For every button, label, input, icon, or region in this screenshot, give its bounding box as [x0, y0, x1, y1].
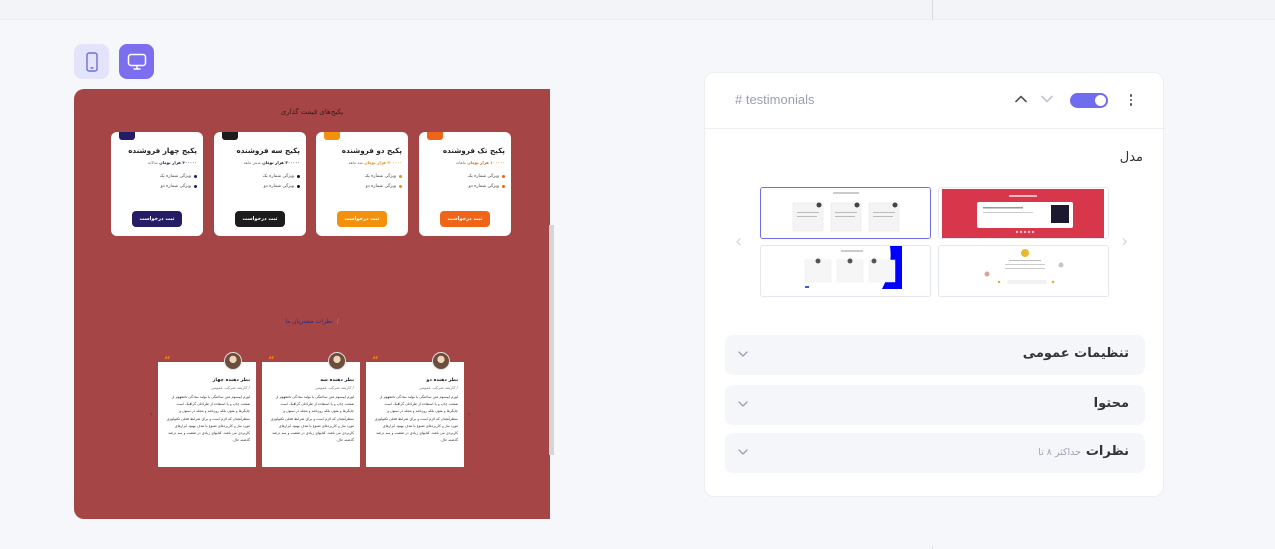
plan-price: ۲۰۰۰۰۰ هزار تومان سه ماهه: [348, 160, 402, 165]
pricing-card: پکیج چهار فروشنده ۴۰۰۰۰۰ هزار تومان سالا…: [111, 132, 203, 236]
testimonial-role: / کارمند شرکت عمومی: [210, 385, 250, 390]
testimonial-role: / کارمند شرکت عمومی: [314, 385, 354, 390]
plan-price: ۴۰۰۰۰۰ هزار تومان سالانه: [147, 160, 197, 165]
pricing-card: پکیج تک فروشنده ۱۰۰۰۰۰ هزار تومان ماهانه…: [419, 132, 511, 236]
testimonial-prev-arrow[interactable]: ‹: [150, 411, 152, 418]
avatar: [432, 352, 450, 370]
section-settings-panel: # testimonials مدل ‹ › تنظیمات عمومی محت…: [704, 72, 1165, 497]
top-bar: [0, 0, 1275, 20]
accordion-label: تنظیمات عمومی: [1022, 346, 1129, 361]
model-thumbnail-1[interactable]: [760, 187, 931, 239]
model-thumbnail-4[interactable]: [938, 245, 1109, 297]
plan-features: ویژگی شماره یک ویژگی شماره دو: [322, 174, 402, 189]
accordion-label: نظرات: [1085, 444, 1129, 459]
plan-name: پکیج سه فروشنده: [236, 146, 300, 155]
feature-item: ویژگی شماره دو: [220, 184, 300, 189]
testimonial-card: “ نظر دهنده چهار / کارمند شرکت عمومی لور…: [158, 352, 256, 467]
testimonial-role: / کارمند شرکت عمومی: [418, 385, 458, 390]
card-tab: [119, 132, 135, 140]
testimonial-text: لورم ایپسوم متن ساختگی با تولید سادگی نا…: [374, 395, 458, 443]
preview-scrollbar[interactable]: [549, 225, 554, 455]
quote-icon: “: [164, 355, 171, 366]
request-button[interactable]: ثبت درخواست: [440, 211, 490, 227]
mobile-view-button[interactable]: [74, 44, 109, 79]
plan-price: ۳۰۰۰۰۰ هزار تومان شش ماهه: [243, 160, 300, 165]
feature-item: ویژگی شماره یک: [425, 174, 505, 179]
model-thumbnail-3[interactable]: [760, 245, 931, 297]
more-options-icon[interactable]: [1124, 90, 1138, 110]
pricing-card: پکیج دو فروشنده ۲۰۰۰۰۰ هزار تومان سه ماه…: [316, 132, 408, 236]
carousel-prev-arrow[interactable]: ‹: [735, 231, 742, 252]
plan-features: ویژگی شماره یک ویژگی شماره دو: [117, 174, 197, 189]
divider: [932, 0, 933, 20]
plan-name: پکیج تک فروشنده: [442, 146, 505, 155]
thumbnail-preview-image: [761, 188, 930, 238]
plan-features: ویژگی شماره یک ویژگی شماره دو: [220, 174, 300, 189]
section-tag: # testimonials: [735, 92, 815, 107]
testimonial-card: “ نظر دهنده دو / کارمند شرکت عمومی لورم …: [366, 352, 464, 467]
request-button[interactable]: ثبت درخواست: [337, 211, 387, 227]
model-thumbnail-2[interactable]: [938, 187, 1109, 239]
feature-item: ویژگی شماره دو: [425, 184, 505, 189]
quote-icon: “: [372, 355, 379, 366]
plan-name: پکیج چهار فروشنده: [128, 146, 197, 155]
carousel-next-arrow[interactable]: ›: [1121, 231, 1128, 252]
testimonial-card: “ نظر دهنده سه / کارمند شرکت عمومی لورم …: [262, 352, 360, 467]
testimonial-name: نظر دهنده سه: [320, 378, 354, 383]
panel-header: # testimonials: [705, 73, 1165, 129]
move-down-chevron-icon[interactable]: [1039, 91, 1055, 107]
feature-item: ویژگی شماره دو: [117, 184, 197, 189]
mobile-phone-icon: [85, 51, 98, 72]
section-enabled-toggle[interactable]: [1070, 93, 1108, 108]
thumbnail-preview-image: [761, 246, 930, 296]
card-tab: [324, 132, 340, 140]
plan-name: پکیج دو فروشنده: [341, 146, 402, 155]
avatar: [224, 352, 242, 370]
testimonial-text: لورم ایپسوم متن ساختگی با تولید سادگی نا…: [270, 395, 354, 443]
thumbnail-preview-image: [939, 188, 1108, 238]
page-preview: پکیج‌های قیمت گذاری پکیج تک فروشنده ۱۰۰۰…: [74, 89, 550, 519]
desktop-view-button[interactable]: [119, 44, 154, 79]
testimonial-name: نظر دهنده دو: [426, 378, 458, 383]
request-button[interactable]: ثبت درخواست: [235, 211, 285, 227]
card-tab: [427, 132, 443, 140]
request-button[interactable]: ثبت درخواست: [132, 211, 182, 227]
chevron-down-icon: [738, 351, 748, 357]
testimonial-name: نظر دهنده چهار: [212, 378, 250, 383]
testimonials-title: نظرات مشتریان ما /: [285, 318, 339, 325]
feature-item: ویژگی شماره یک: [322, 174, 402, 179]
testimonial-next-arrow[interactable]: ›: [468, 411, 470, 418]
testimonials-title-text: نظرات مشتریان ما: [285, 318, 333, 325]
chevron-down-icon: [738, 449, 748, 455]
toggle-knob: [1095, 95, 1106, 106]
feature-item: ویژگی شماره یک: [117, 174, 197, 179]
card-tab: [222, 132, 238, 140]
pricing-card: پکیج سه فروشنده ۳۰۰۰۰۰ هزار تومان شش ماه…: [214, 132, 306, 236]
testimonial-text: لورم ایپسوم متن ساختگی با تولید سادگی نا…: [166, 395, 250, 443]
model-label: مدل: [1119, 150, 1143, 165]
accordion-testimonials[interactable]: نظرات حداکثر ۸ تا: [725, 433, 1145, 473]
accordion-content[interactable]: محتوا: [725, 385, 1145, 425]
move-up-chevron-icon[interactable]: [1013, 91, 1029, 107]
pricing-title: پکیج‌های قیمت گذاری: [280, 108, 344, 116]
feature-item: ویژگی شماره یک: [220, 174, 300, 179]
accordion-label: محتوا: [1093, 396, 1129, 411]
plan-features: ویژگی شماره یک ویژگی شماره دو: [425, 174, 505, 189]
feature-item: ویژگی شماره دو: [322, 184, 402, 189]
avatar: [328, 352, 346, 370]
accordion-note: حداکثر ۸ تا: [1038, 447, 1081, 458]
plan-price: ۱۰۰۰۰۰ هزار تومان ماهانه: [455, 160, 505, 165]
chevron-down-icon: [738, 401, 748, 407]
monitor-icon: [127, 53, 146, 70]
quote-icon: “: [268, 355, 275, 366]
accordion-general-settings[interactable]: تنظیمات عمومی: [725, 335, 1145, 375]
thumbnail-preview-image: [939, 246, 1108, 296]
